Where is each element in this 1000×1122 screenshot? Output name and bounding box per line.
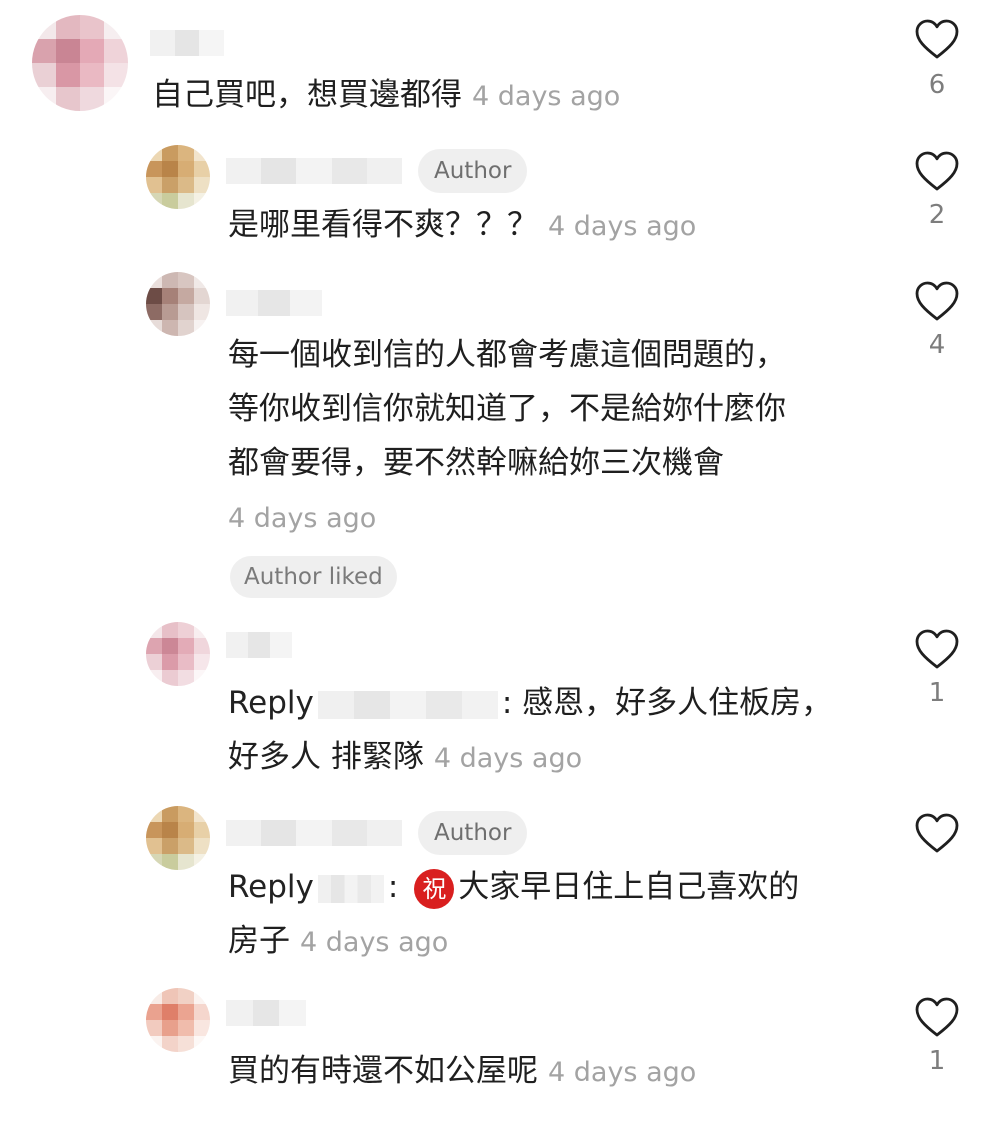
comment-body: 是哪里看得不爽？？？ (228, 207, 538, 243)
comment-time: 4 days ago (433, 743, 583, 774)
celebration-emoji-icon: 祝 (414, 868, 455, 909)
heart-outline-icon[interactable] (914, 150, 960, 192)
comment-text: 買的有時還不如公屋呢 4 days ago (228, 1044, 696, 1100)
username[interactable] (226, 1000, 307, 1026)
username[interactable] (150, 30, 225, 56)
comment-line: 等你收到信你就知道了，不是給妳什麼你 (228, 391, 786, 427)
comment-text: 每一個收到信的人都會考慮這個問題的， 等你收到信你就知道了，不是給妳什麼你 都會… (228, 328, 786, 490)
comment-time: 4 days ago (228, 503, 377, 534)
comment-time: 4 days ago (548, 211, 697, 242)
author-badge: Author (418, 149, 528, 193)
comment-text: 是哪里看得不爽？？？ 4 days ago (228, 198, 696, 254)
avatar[interactable] (146, 272, 210, 336)
username[interactable] (226, 820, 403, 846)
avatar[interactable] (146, 988, 210, 1052)
comment-line: 每一個收到信的人都會考慮這個問題的， (228, 337, 786, 373)
like-count: 2 (928, 200, 946, 230)
username[interactable] (226, 290, 322, 316)
reply-mention[interactable] (317, 874, 384, 903)
comment-body: : 感恩，好多人住板房， (501, 685, 833, 721)
author-badge: Author (418, 811, 528, 855)
username[interactable] (226, 158, 403, 184)
comment-text: 自己買吧，想買邊都得 4 days ago (152, 68, 620, 124)
comment-text: Reply : 感恩，好多人住板房， 好多人 排緊隊 4 days ago (228, 676, 832, 786)
comment-body: 好多人 排緊隊 (228, 739, 424, 775)
reply-mention[interactable] (317, 690, 498, 719)
like-count: 6 (928, 70, 946, 100)
avatar[interactable] (146, 622, 210, 686)
comment-line: 都會要得，要不然幹嘛給妳三次機會 (228, 445, 724, 481)
heart-outline-icon[interactable] (914, 996, 960, 1038)
like-count: 1 (928, 1046, 946, 1076)
comment-time: 4 days ago (300, 927, 449, 958)
reply-label: Reply (228, 869, 314, 905)
comment-body: 房子 (228, 923, 290, 959)
author-liked-badge: Author liked (230, 556, 397, 598)
heart-outline-icon[interactable] (914, 812, 960, 854)
heart-outline-icon[interactable] (914, 18, 960, 60)
comment-time: 4 days ago (472, 81, 621, 112)
comment-time: 4 days ago (548, 1057, 697, 1088)
heart-outline-icon[interactable] (914, 280, 960, 322)
avatar[interactable] (32, 15, 128, 111)
avatar[interactable] (146, 145, 210, 209)
comment-body: 自己買吧，想買邊都得 (152, 77, 462, 113)
comment-text: Reply: 祝大家早日住上自己喜欢的 房子 4 days ago (228, 868, 800, 959)
comment-body: 買的有時還不如公屋呢 (228, 1053, 538, 1089)
like-count: 4 (928, 330, 946, 360)
avatar[interactable] (146, 806, 210, 870)
like-count: 1 (928, 678, 946, 708)
reply-label: Reply (228, 685, 314, 721)
username[interactable] (226, 632, 292, 658)
comment-body: 大家早日住上自己喜欢的 (458, 869, 800, 905)
heart-outline-icon[interactable] (914, 628, 960, 670)
